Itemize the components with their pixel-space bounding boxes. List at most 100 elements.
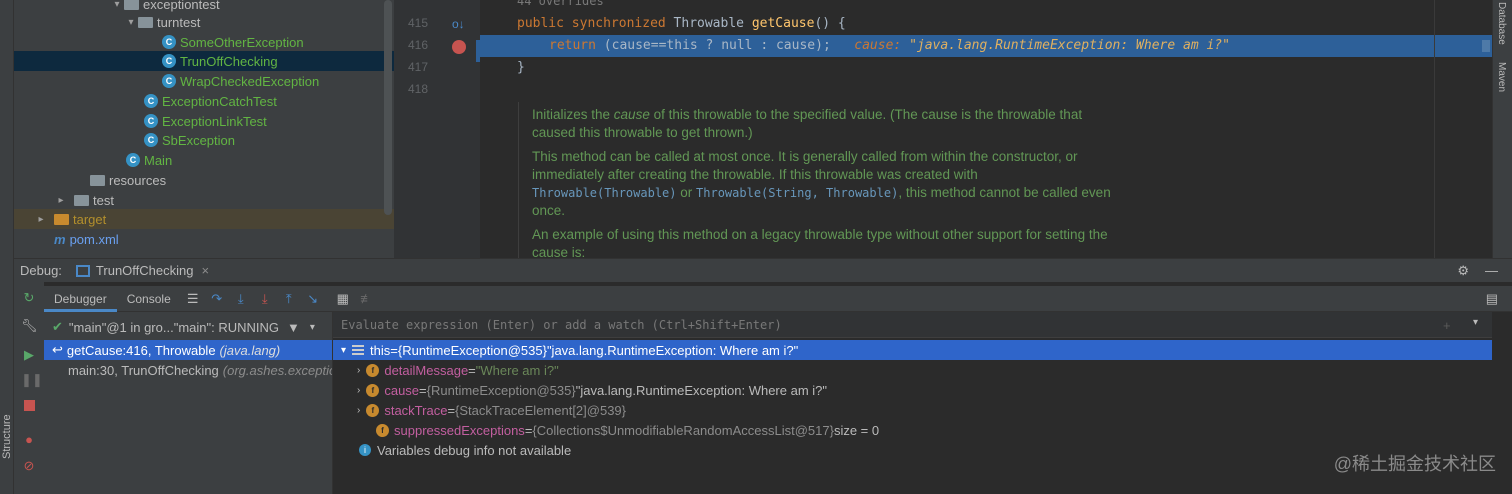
var-row-stacktrace[interactable]: › f stackTrace = {StackTraceElement[2]@5… bbox=[333, 400, 1492, 420]
minimize-icon[interactable]: — bbox=[1485, 263, 1498, 278]
tree-item-main[interactable]: C Main bbox=[14, 150, 394, 170]
debug-header: Debug: TrunOffChecking × ⚙ — bbox=[14, 258, 1512, 282]
tree-item-trunoffchecking[interactable]: C TrunOffChecking bbox=[14, 51, 394, 71]
right-margin-guide bbox=[1434, 0, 1435, 258]
frame-item[interactable]: main:30, TrunOffChecking (org.ashes.exce… bbox=[44, 360, 332, 380]
class-icon: C bbox=[162, 54, 176, 68]
tree-label: Main bbox=[144, 152, 173, 168]
database-tab[interactable]: Database bbox=[1496, 2, 1507, 45]
stop-icon[interactable] bbox=[21, 399, 37, 415]
tree-item-exceptionlinktest[interactable]: C ExceptionLinkTest bbox=[14, 111, 394, 131]
chevron-right-icon: ▸ bbox=[38, 213, 44, 225]
class-icon: C bbox=[144, 114, 158, 128]
chevron-down-icon[interactable]: ▾ bbox=[1473, 317, 1478, 328]
info-icon: i bbox=[359, 444, 371, 456]
maven-tab[interactable]: Maven bbox=[1496, 62, 1507, 92]
code-line-415: public synchronized Throwable getCause()… bbox=[517, 16, 846, 31]
return-arrow-icon: ↩ bbox=[52, 342, 63, 357]
filter-icon[interactable]: ▼ bbox=[287, 320, 300, 335]
line-number: 418 bbox=[407, 82, 428, 96]
frame-item[interactable]: ↩ getCause:416, Throwable (java.lang) bbox=[44, 340, 332, 360]
line-number: 417 bbox=[407, 60, 428, 74]
run-config-icon bbox=[75, 264, 90, 277]
line-number: 416 bbox=[407, 38, 428, 52]
step-over-icon[interactable]: ↷ bbox=[205, 291, 229, 307]
chevron-down-icon[interactable]: ▾ bbox=[341, 345, 346, 356]
tree-label: WrapCheckedException bbox=[180, 73, 320, 89]
settings-wrench-icon[interactable]: 🔧︎ bbox=[21, 318, 38, 334]
inline-debug-value: "java.lang.RuntimeException: Where am i?… bbox=[909, 38, 1230, 53]
tree-label: turntest bbox=[157, 14, 201, 30]
code-editor[interactable]: 44 overrides public synchronized Throwab… bbox=[480, 0, 1492, 258]
code-line-417: } bbox=[517, 60, 525, 75]
resume-icon[interactable]: ▶ bbox=[21, 347, 37, 363]
mute-breakpoints-icon[interactable]: ⊘ bbox=[21, 458, 37, 474]
tree-label: test bbox=[93, 192, 114, 208]
layout-icon[interactable]: ▤ bbox=[1486, 291, 1498, 307]
folder-icon bbox=[74, 194, 89, 206]
close-icon[interactable]: × bbox=[201, 263, 209, 278]
tree-item-someotherexception[interactable]: C SomeOtherException bbox=[14, 32, 394, 52]
class-icon: C bbox=[144, 133, 158, 147]
tree-scrollbar[interactable] bbox=[384, 0, 392, 215]
var-row-detailmessage[interactable]: › f detailMessage = "Where am i?" bbox=[333, 360, 1492, 380]
pause-icon[interactable]: ❚❚ bbox=[21, 372, 43, 388]
chevron-right-icon[interactable]: › bbox=[357, 405, 360, 416]
add-watch-icon: + bbox=[1443, 318, 1451, 333]
step-into-icon[interactable]: ⤓ bbox=[229, 291, 253, 307]
folder-icon bbox=[90, 174, 105, 186]
field-icon: f bbox=[376, 423, 389, 437]
code-line-416: return (cause==this ? null : cause); cau… bbox=[480, 35, 1492, 57]
scroll-marker[interactable] bbox=[1482, 40, 1490, 52]
class-icon: C bbox=[126, 153, 140, 167]
debug-toolbar: Debugger Console ☰ ↷ ⤓ ⤓ ⤒ ↘ ▦ ≢ ▤ bbox=[14, 286, 1512, 312]
debug-side-tools: 🔧︎ ▶ ❚❚ ● ⊘ bbox=[14, 312, 44, 494]
chevron-down-icon: ▾ bbox=[128, 16, 134, 28]
evaluate-icon[interactable]: ▦ bbox=[331, 291, 355, 307]
run-to-cursor-icon[interactable]: ↘ bbox=[301, 291, 325, 307]
override-marker-icon[interactable]: o↓ bbox=[452, 17, 465, 31]
tree-item-exceptioncatchtest[interactable]: C ExceptionCatchTest bbox=[14, 91, 394, 111]
tree-item-resources[interactable]: resources bbox=[14, 170, 394, 190]
evaluate-expression-input[interactable]: Evaluate expression (Enter) or add a wat… bbox=[333, 312, 1492, 338]
gear-icon[interactable]: ⚙ bbox=[1457, 263, 1469, 279]
tree-item-sbexception[interactable]: C SbException bbox=[14, 130, 394, 150]
javadoc-popup: Initializes the cause of this throwable … bbox=[518, 102, 1138, 258]
thread-selector[interactable]: ✔ "main"@1 in gro..."main": RUNNING ▼ ▾ bbox=[44, 315, 332, 339]
tree-item-target[interactable]: ▸ target bbox=[14, 209, 394, 229]
field-icon: f bbox=[366, 383, 380, 397]
chevron-right-icon[interactable]: › bbox=[357, 365, 360, 376]
frames-panel: ✔ "main"@1 in gro..."main": RUNNING ▼ ▾ … bbox=[44, 312, 333, 494]
rerun-icon[interactable]: ↻ bbox=[21, 290, 37, 306]
tree-label: TrunOffChecking bbox=[180, 53, 278, 69]
line-number: 415 bbox=[407, 16, 428, 30]
menu-icon[interactable]: ☰ bbox=[181, 291, 205, 307]
chevron-down-icon: ▾ bbox=[114, 0, 120, 10]
var-row-cause[interactable]: › f cause = {RuntimeException@535} "java… bbox=[333, 380, 1492, 400]
tree-item-test[interactable]: ▸ test bbox=[14, 190, 394, 210]
step-out-icon[interactable]: ⤒ bbox=[277, 291, 301, 307]
breakpoint-icon[interactable] bbox=[452, 40, 466, 54]
doc-link[interactable]: Throwable(String, Throwable) bbox=[696, 186, 898, 200]
class-icon: C bbox=[162, 35, 176, 49]
tree-label: ExceptionCatchTest bbox=[162, 93, 277, 109]
package-icon bbox=[138, 16, 153, 28]
project-tree: ▾ exceptiontest ▾ turntest C SomeOtherEx… bbox=[14, 0, 394, 258]
doc-link[interactable]: Throwable(Throwable) bbox=[532, 186, 677, 200]
tree-item-pom[interactable]: m pom.xml bbox=[14, 229, 394, 249]
folder-icon bbox=[54, 213, 69, 225]
chevron-right-icon[interactable]: › bbox=[357, 385, 360, 396]
tree-item-turntest[interactable]: ▾ turntest bbox=[14, 12, 394, 32]
right-tool-strip: Database Maven bbox=[1492, 0, 1512, 258]
structure-tab[interactable]: Structure bbox=[0, 405, 14, 465]
tab-console[interactable]: Console bbox=[117, 286, 181, 312]
tree-label: pom.xml bbox=[69, 231, 119, 247]
force-step-into-icon[interactable]: ⤓ bbox=[253, 291, 277, 307]
view-breakpoints-icon[interactable]: ● bbox=[21, 432, 37, 448]
chevron-down-icon[interactable]: ▾ bbox=[310, 322, 315, 333]
debug-session-tab[interactable]: TrunOffChecking bbox=[96, 263, 194, 278]
tree-item-wrapcheckedexception[interactable]: C WrapCheckedException bbox=[14, 71, 394, 91]
var-row-this[interactable]: ▾ this = {RuntimeException@535} "java.la… bbox=[333, 340, 1492, 360]
var-row-suppressedexceptions[interactable]: f suppressedExceptions = {Collections$Un… bbox=[333, 420, 1492, 440]
tab-debugger[interactable]: Debugger bbox=[44, 286, 117, 312]
